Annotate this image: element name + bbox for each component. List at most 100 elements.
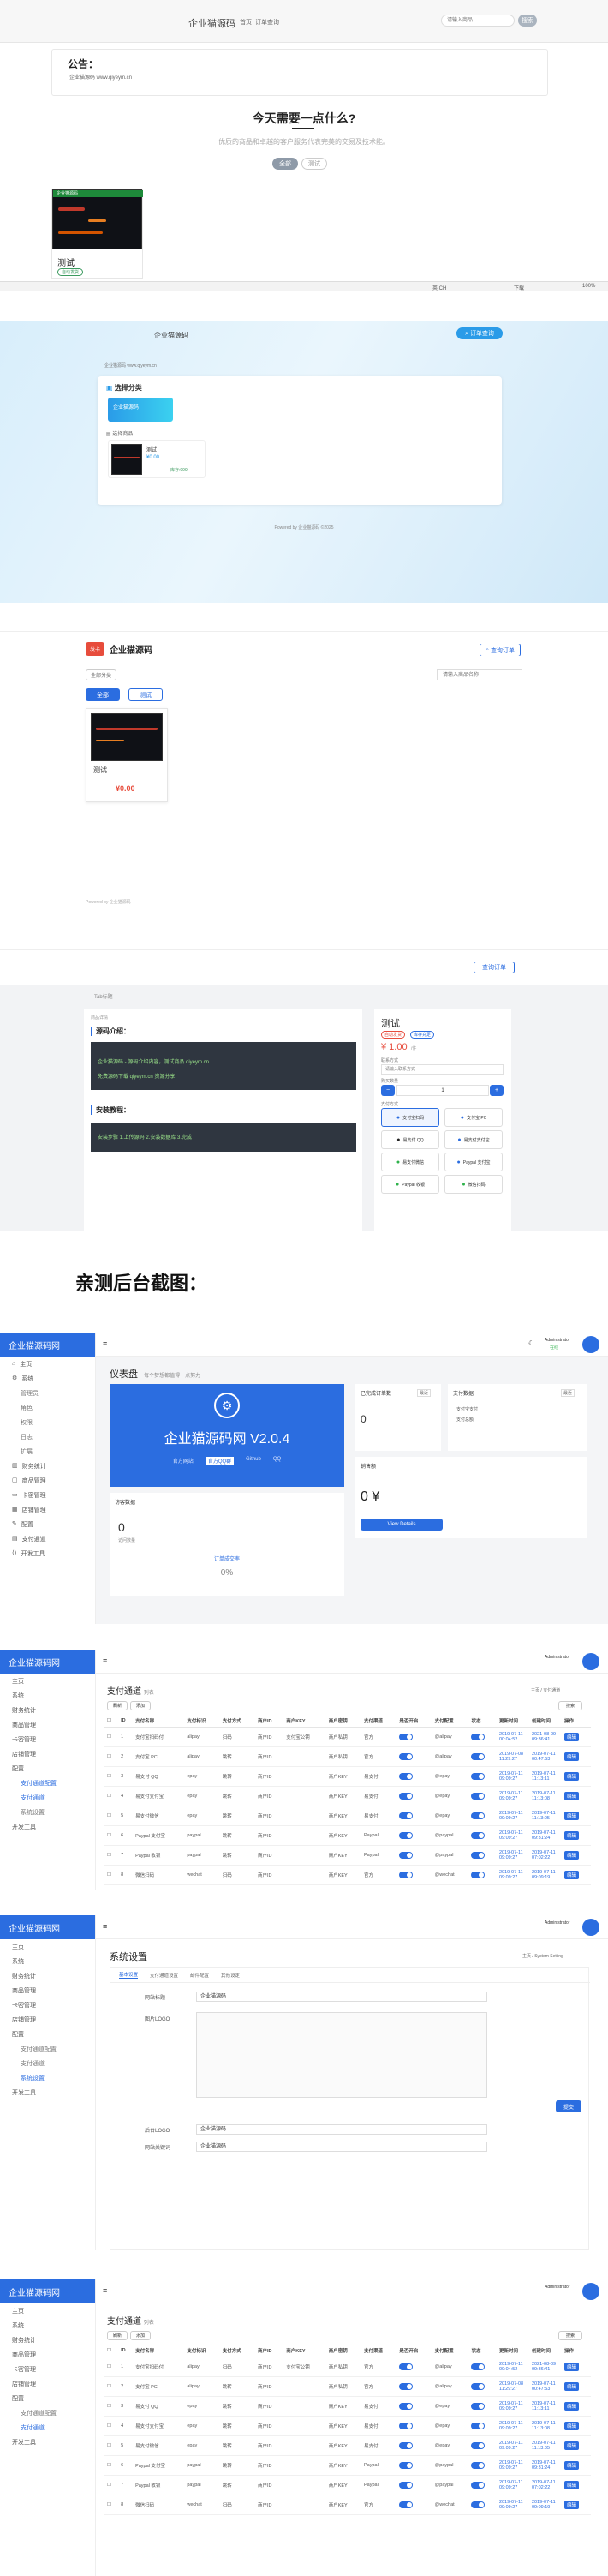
table-row[interactable]: ☐ 6 Paypal 支付宝 paypal 跳转 商户ID 商户KEY Paypal @payp…: [104, 1825, 591, 1846]
column-header[interactable]: 支付名称: [133, 2345, 185, 2357]
pay-epay-qq[interactable]: ● 易支付 QQ: [381, 1130, 439, 1149]
nav-home[interactable]: 首页: [240, 18, 252, 27]
tab-mail[interactable]: 邮件配置: [190, 1972, 209, 1979]
column-header[interactable]: 操作: [561, 1715, 591, 1728]
link-qq[interactable]: QQ: [273, 1457, 281, 1465]
row-checkbox[interactable]: ☐: [104, 1786, 119, 1806]
column-header[interactable]: 支付配置: [432, 2345, 469, 2357]
theme-icon[interactable]: ☾: [528, 1340, 534, 1347]
admin-user[interactable]: Administrator: [545, 1655, 569, 1660]
search-toggle-button[interactable]: 搜索: [558, 1701, 582, 1710]
hamburger-icon[interactable]: ≡: [103, 2287, 107, 2295]
menu-pay[interactable]: ▤ 支付通道: [0, 1531, 95, 1546]
menu-sub-pay-config[interactable]: 支付通道配置: [0, 2041, 95, 2056]
menu-sub-settings[interactable]: 系统设置: [0, 2070, 95, 2085]
link-github[interactable]: Github: [246, 1457, 261, 1465]
menu-sub-pay-channel[interactable]: 支付通道: [0, 2056, 95, 2070]
enabled-toggle[interactable]: [399, 2441, 414, 2449]
edit-button[interactable]: 编辑: [563, 1811, 579, 1820]
admin-logo[interactable]: 企业猫源码网: [0, 2279, 95, 2303]
menu-goods[interactable]: 商品管理: [0, 1717, 95, 1732]
pay-paypal-cashier[interactable]: ● Paypal 收银: [381, 1175, 439, 1194]
row-checkbox[interactable]: ☐: [104, 2416, 119, 2436]
query-order-button[interactable]: 查询订单: [474, 962, 515, 973]
link-qq-group[interactable]: 官方QQ群: [205, 1457, 235, 1465]
table-row[interactable]: ☐ 4 易支付支付宝 epay 跳转 商户ID 商户KEY 易支付 @epay 2019-07-1…: [104, 1786, 591, 1806]
column-header[interactable]: 创建时间: [528, 2345, 562, 2357]
row-checkbox[interactable]: ☐: [104, 1806, 119, 1826]
status-toggle[interactable]: [471, 1812, 486, 1819]
menu-dev[interactable]: 开发工具: [0, 2435, 95, 2449]
enabled-toggle[interactable]: [399, 2363, 414, 2370]
avatar[interactable]: [582, 1919, 599, 1936]
search-toggle-button[interactable]: 搜索: [558, 2331, 582, 2340]
edit-button[interactable]: 编辑: [563, 1870, 579, 1879]
status-toggle[interactable]: [471, 1733, 486, 1740]
table-row[interactable]: ☐ 8 微信扫码 wechat 扫码 商户ID 商户KEY 官方 @wechat 2019-07-…: [104, 2495, 591, 2515]
column-header[interactable]: ID: [118, 1715, 134, 1728]
status-toggle[interactable]: [471, 1752, 486, 1760]
edit-button[interactable]: 编辑: [563, 2480, 579, 2489]
enabled-toggle[interactable]: [399, 1812, 414, 1819]
menu-home[interactable]: 主页: [0, 2303, 95, 2318]
column-header[interactable]: 支付渠道: [361, 2345, 397, 2357]
table-row[interactable]: ☐ 7 Paypal 收银 paypal 跳转 商户ID 商户KEY Paypal @paypa…: [104, 1845, 591, 1866]
edit-button[interactable]: 编辑: [563, 1850, 579, 1860]
row-checkbox[interactable]: ☐: [104, 2455, 119, 2476]
status-toggle[interactable]: [471, 2363, 486, 2370]
column-header[interactable]: 商户KEY: [283, 1715, 326, 1728]
column-header[interactable]: 更新时间: [496, 2345, 529, 2357]
field-keywords[interactable]: 企业猫源码: [196, 2142, 487, 2152]
tab-test[interactable]: 测试: [128, 688, 163, 701]
pay-data-select[interactable]: 最近: [561, 1389, 575, 1397]
enabled-toggle[interactable]: [399, 1792, 414, 1800]
menu-sub-pay-channel[interactable]: 支付通道: [0, 1790, 95, 1805]
edit-button[interactable]: 编辑: [563, 1771, 579, 1781]
avatar[interactable]: [582, 1336, 599, 1353]
column-header[interactable]: 支付方式: [219, 2345, 256, 2357]
menu-sub-log[interactable]: 日志: [0, 1429, 95, 1444]
order-query-badge[interactable]: ⌕ 订单查询: [456, 327, 503, 339]
menu-system[interactable]: ⚙ 系统: [0, 1371, 95, 1386]
enabled-toggle[interactable]: [399, 1772, 414, 1780]
enabled-toggle[interactable]: [399, 2422, 414, 2429]
menu-sub-pay-config[interactable]: 支付通道配置: [0, 2405, 95, 2420]
menu-system[interactable]: 系统: [0, 1954, 95, 1968]
menu-system[interactable]: 系统: [0, 2318, 95, 2333]
menu-shop[interactable]: ▦ 店铺管理: [0, 1502, 95, 1517]
field-admin-logo[interactable]: 企业猫源码: [196, 2124, 487, 2135]
status-toggle[interactable]: [471, 1831, 486, 1839]
menu-dev[interactable]: 开发工具: [0, 1819, 95, 1834]
brand-logo[interactable]: 企业猫源码: [188, 16, 235, 30]
menu-home[interactable]: 主页: [0, 1939, 95, 1954]
column-header[interactable]: 创建时间: [528, 1715, 562, 1728]
menu-config[interactable]: 配置: [0, 2027, 95, 2041]
logo[interactable]: 发卡 企业猫源码: [86, 642, 152, 656]
column-header[interactable]: 更新时间: [496, 1715, 529, 1728]
column-header[interactable]: 商户ID: [255, 1715, 284, 1728]
row-checkbox[interactable]: ☐: [104, 2396, 119, 2417]
menu-goods[interactable]: 商品管理: [0, 2347, 95, 2362]
enabled-toggle[interactable]: [399, 1831, 414, 1839]
status-toggle[interactable]: [471, 2382, 486, 2390]
column-header[interactable]: 状态: [468, 2345, 497, 2357]
row-checkbox[interactable]: ☐: [104, 2376, 119, 2397]
edit-button[interactable]: 编辑: [563, 1830, 579, 1840]
search-button[interactable]: 搜索: [518, 15, 537, 27]
column-header[interactable]: 支付名称: [133, 1715, 185, 1728]
table-row[interactable]: ☐ 4 易支付支付宝 epay 跳转 商户ID 商户KEY 易支付 @epay 2019-07-1…: [104, 2416, 591, 2436]
pay-wechat-scan[interactable]: ● 微信扫码: [444, 1175, 503, 1194]
admin-user[interactable]: Administrator: [545, 2285, 569, 2290]
table-row[interactable]: ☐ 5 易支付微信 epay 跳转 商户ID 商户KEY 易支付 @epay 2019-07-11…: [104, 1806, 591, 1826]
avatar[interactable]: [582, 2283, 599, 2300]
menu-finance[interactable]: ▥ 财务统计: [0, 1459, 95, 1473]
pay-epay-alipay[interactable]: ● 易支付支付宝: [444, 1130, 503, 1149]
column-header[interactable]: 支付方式: [219, 1715, 256, 1728]
row-checkbox[interactable]: ☐: [104, 1766, 119, 1787]
row-checkbox[interactable]: ☐: [104, 1727, 119, 1747]
menu-sub-role[interactable]: 角色: [0, 1400, 95, 1415]
category-filter[interactable]: 全部分类: [86, 669, 116, 680]
menu-home[interactable]: 主页: [0, 1674, 95, 1688]
crumb-home[interactable]: 主页: [531, 1688, 539, 1693]
query-order-button[interactable]: ⌕ 查询订单: [480, 644, 521, 656]
